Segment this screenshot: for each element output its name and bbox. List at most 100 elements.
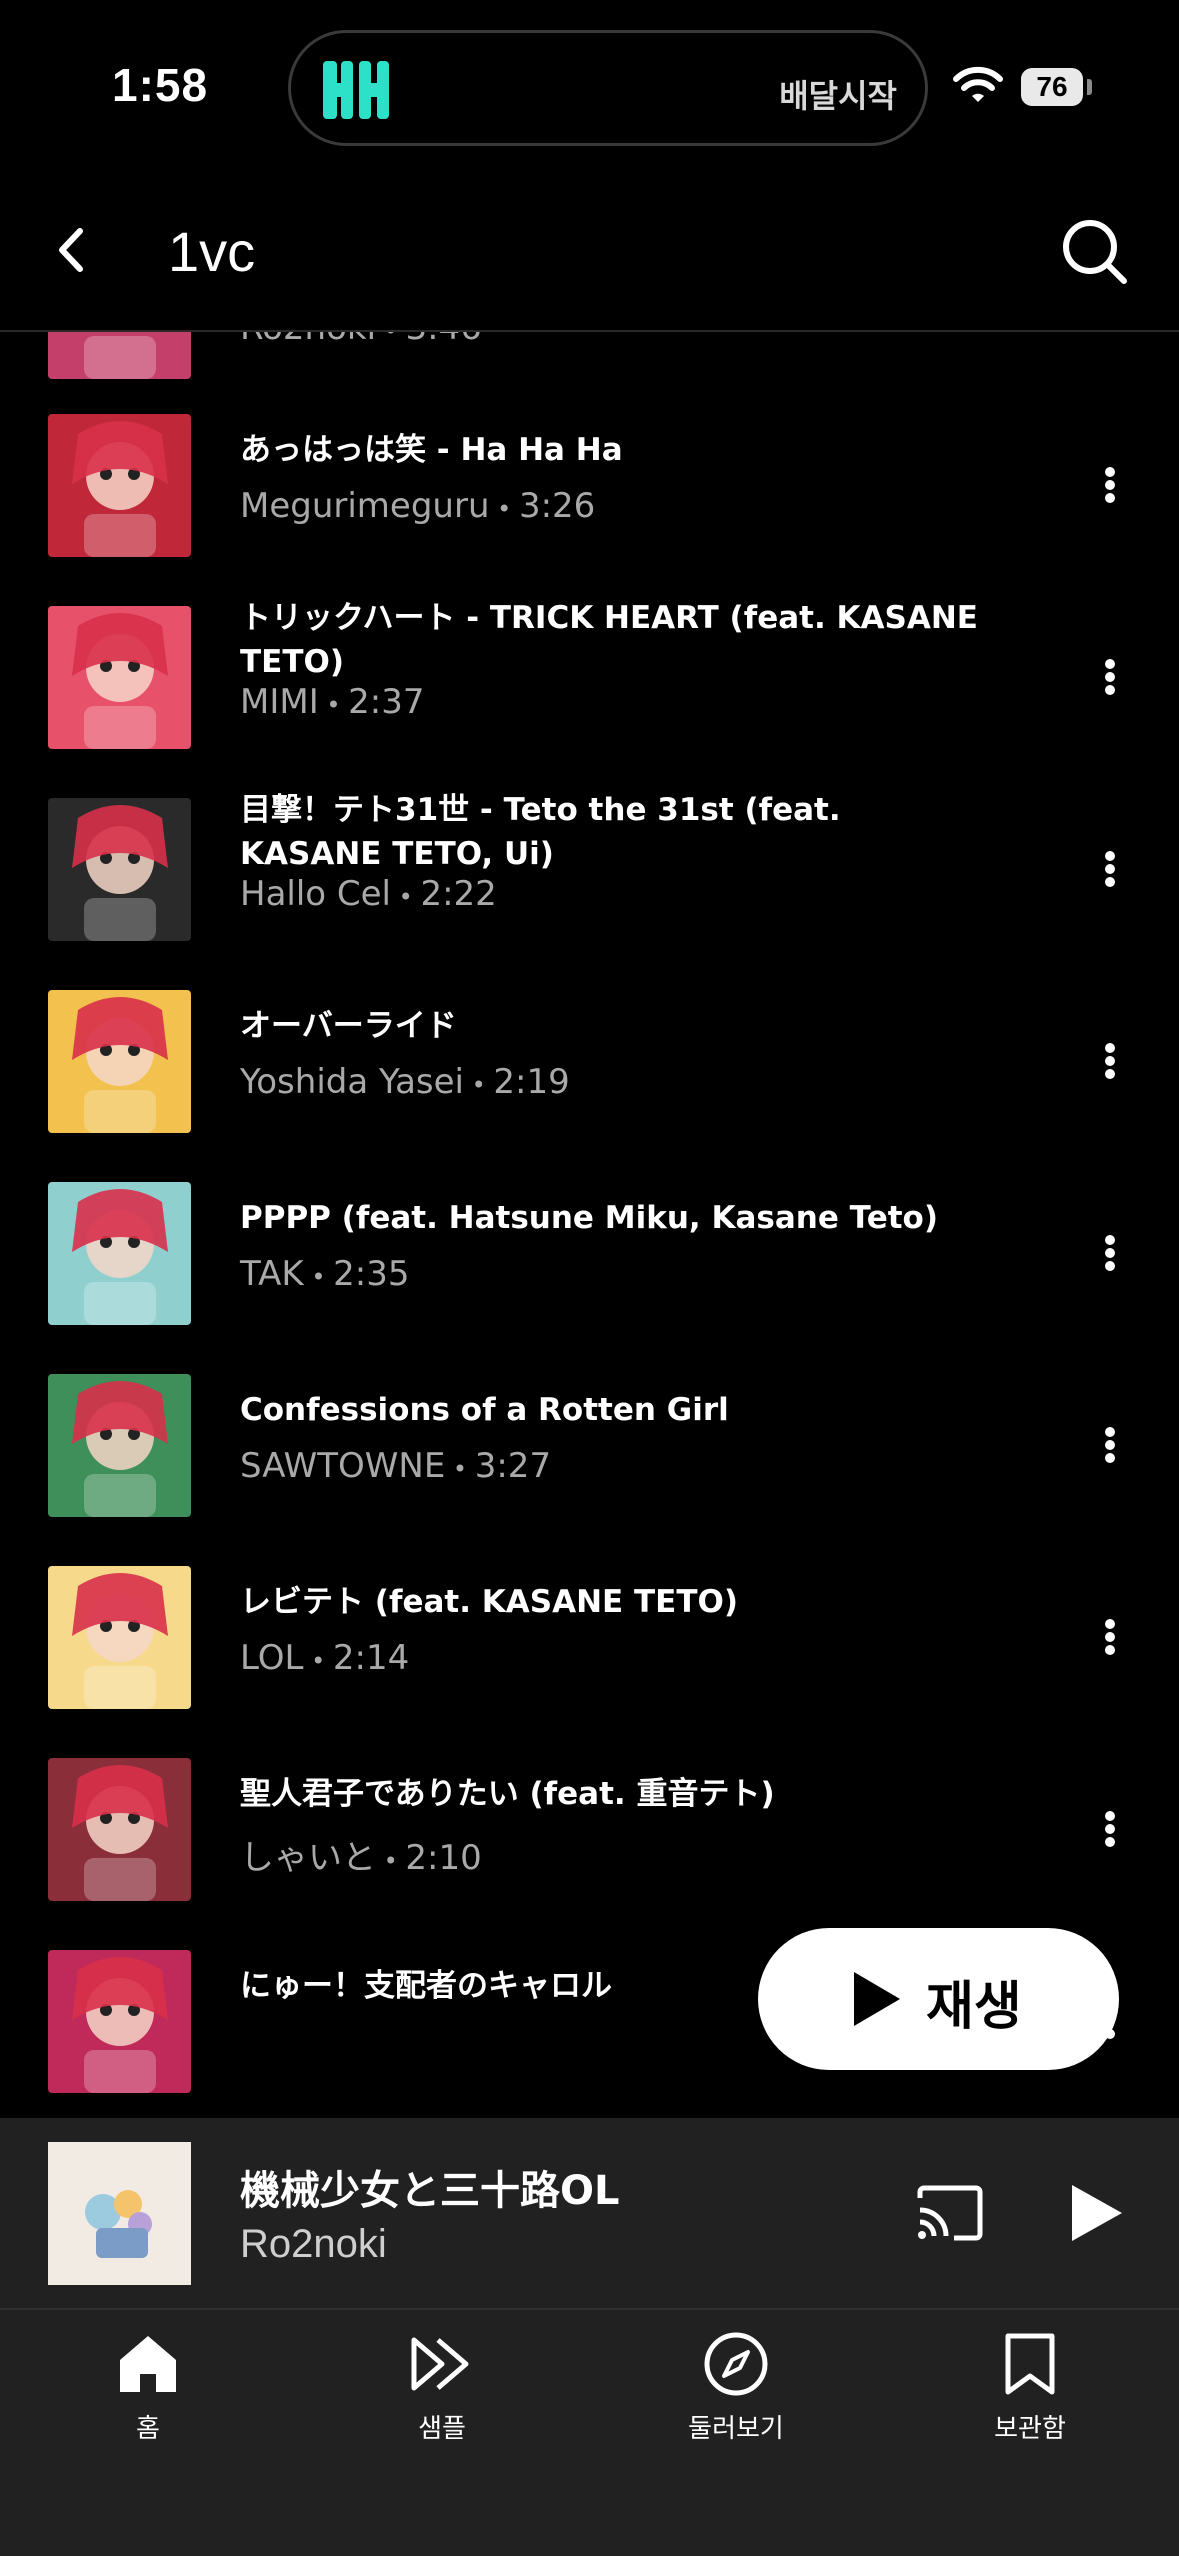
more-dot <box>1105 1619 1115 1629</box>
play-all-button[interactable]: 재생 <box>758 1928 1119 2070</box>
song-row[interactable]: 聖人君子でありたい (feat. 重音テト) しゃいと • 2:10 <box>0 1734 1179 1926</box>
more-options-icon[interactable] <box>1095 332 1125 337</box>
song-artist: MIMI <box>240 682 319 722</box>
song-artist: Megurimeguru <box>240 486 490 526</box>
more-dot <box>1105 864 1115 874</box>
song-meta: SAWTOWNE • 3:27 <box>240 1446 551 1486</box>
song-artwork <box>48 332 191 379</box>
status-bar: 1:58 배달시작 76 <box>0 0 1179 175</box>
nav-item-explore[interactable]: 둘러보기 <box>636 2310 836 2510</box>
battery-indicator: 76 <box>1021 68 1083 106</box>
more-dot <box>1105 851 1115 861</box>
page-header: 1vc <box>0 175 1179 332</box>
more-options-icon[interactable] <box>1095 455 1125 515</box>
meta-separator: • <box>464 1071 494 1099</box>
more-dot <box>1105 1069 1115 1079</box>
cast-icon[interactable] <box>914 2184 986 2242</box>
more-dot <box>1105 1261 1115 1271</box>
song-artist: LOL <box>240 1638 304 1678</box>
song-row[interactable]: トリックハート - TRICK HEART (feat. KASANE TETO… <box>0 582 1179 774</box>
page-title: 1vc <box>168 220 256 283</box>
song-meta: MIMI • 2:37 <box>240 682 425 722</box>
nav-item-home[interactable]: 홈 <box>48 2310 248 2510</box>
song-duration: 2:35 <box>333 1254 410 1294</box>
mini-player[interactable]: 機械少女と三十路OL Ro2noki <box>0 2118 1179 2310</box>
song-title: レビテト (feat. KASANE TETO) <box>240 1584 739 1620</box>
more-options-icon[interactable] <box>1095 1799 1125 1859</box>
song-duration: 3:26 <box>518 486 596 526</box>
more-options-icon[interactable] <box>1095 1607 1125 1667</box>
song-meta: TAK • 2:35 <box>240 1254 409 1294</box>
song-meta: Ro2noki • 3:46 <box>240 332 482 348</box>
more-dot <box>1105 1837 1115 1847</box>
more-dot <box>1105 685 1115 695</box>
more-dot <box>1105 493 1115 503</box>
song-row[interactable]: あっはっは笑 - Ha Ha Ha Megurimeguru • 3:26 <box>0 390 1179 582</box>
mini-player-artwork <box>48 2142 191 2285</box>
more-dot <box>1105 1811 1115 1821</box>
mini-player-title: 機械少女と三十路OL <box>240 2168 620 2214</box>
nav-item-library[interactable]: 보관함 <box>930 2310 1130 2510</box>
song-artist: Yoshida Yasei <box>240 1062 464 1102</box>
song-artwork <box>48 606 191 749</box>
song-list[interactable]: 三十路OLの救済 / 欲音ルコ·足立レイ·重音テトRo2noki • 3:46あ… <box>0 332 1179 2118</box>
nav-label-library: 보관함 <box>994 2414 1066 2444</box>
song-duration: 2:10 <box>405 1838 482 1878</box>
more-dot <box>1105 1645 1115 1655</box>
samples-icon <box>411 2337 469 2391</box>
song-row[interactable]: PPPP (feat. Hatsune Miku, Kasane Teto) TA… <box>0 1158 1179 1350</box>
meta-separator: • <box>489 495 519 523</box>
meta-separator: • <box>445 1455 475 1483</box>
nav-item-samples[interactable]: 샘플 <box>342 2310 542 2510</box>
more-options-icon[interactable] <box>1095 1223 1125 1283</box>
song-title: オーバーライド <box>240 1008 457 1044</box>
song-meta: Megurimeguru • 3:26 <box>240 486 595 526</box>
more-dot <box>1105 659 1115 669</box>
song-row[interactable]: 目撃！テト31世 - Teto the 31st (feat. KASANE T… <box>0 774 1179 966</box>
more-dot <box>1105 1427 1115 1437</box>
nav-label-explore: 둘러보기 <box>688 2414 784 2444</box>
song-duration: 3:46 <box>405 332 481 348</box>
song-duration: 2:14 <box>332 1638 410 1678</box>
play-all-label: 재생 <box>926 1977 1022 2037</box>
more-dot <box>1105 1824 1115 1834</box>
more-options-icon[interactable] <box>1095 647 1125 707</box>
bottom-navigation: 홈 샘플 둘러보기 보관함 <box>0 2310 1179 2556</box>
song-artwork <box>48 1566 191 1709</box>
song-duration: 2:19 <box>493 1062 570 1102</box>
nav-label-samples: 샘플 <box>418 2414 466 2444</box>
song-row[interactable]: Confessions of a Rotten Girl SAWTOWNE • 3… <box>0 1350 1179 1542</box>
song-artwork <box>48 414 191 557</box>
song-artist: Ro2noki <box>240 332 376 348</box>
wifi-icon <box>953 66 1003 102</box>
more-options-icon[interactable] <box>1095 839 1125 899</box>
home-icon <box>120 2336 176 2392</box>
song-artwork <box>48 990 191 1133</box>
more-dot <box>1105 1043 1115 1053</box>
dynamic-island[interactable]: 배달시작 <box>288 30 928 146</box>
song-row[interactable]: レビテト (feat. KASANE TETO) LOL • 2:14 <box>0 1542 1179 1734</box>
delivery-app-icon <box>323 61 389 119</box>
more-options-icon[interactable] <box>1095 1415 1125 1475</box>
song-row[interactable]: オーバーライド Yoshida Yasei • 2:19 <box>0 966 1179 1158</box>
song-title: 目撃！テト31世 - Teto the 31st (feat. KASANE T… <box>240 792 841 872</box>
meta-separator: • <box>391 883 421 911</box>
more-options-icon[interactable] <box>1095 1031 1125 1091</box>
meta-separator: • <box>376 1847 406 1875</box>
back-arrow-icon[interactable] <box>46 217 94 283</box>
song-artist: Hallo Cel <box>240 874 392 914</box>
search-icon[interactable] <box>1058 215 1130 287</box>
song-duration: 2:37 <box>348 682 425 722</box>
meta-separator: • <box>318 691 349 719</box>
song-meta: LOL • 2:14 <box>240 1638 409 1678</box>
library-icon <box>1005 2333 1055 2395</box>
song-meta: Hallo Cel • 2:22 <box>240 874 497 914</box>
nav-label-home: 홈 <box>136 2414 160 2444</box>
song-title: PPPP (feat. Hatsune Miku, Kasane Teto) <box>240 1200 939 1236</box>
more-dot <box>1105 467 1115 477</box>
mini-play-icon[interactable] <box>1068 2182 1124 2244</box>
more-dot <box>1105 1235 1115 1245</box>
more-dot <box>1105 672 1115 682</box>
song-meta: しゃいと • 2:10 <box>240 1830 482 1879</box>
play-icon <box>854 1972 900 2026</box>
